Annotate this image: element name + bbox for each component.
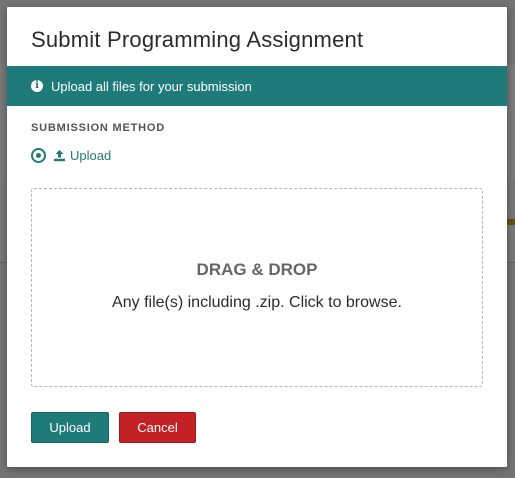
info-banner: i Upload all files for your submission — [7, 66, 507, 106]
submission-method-label: SUBMISSION METHOD — [31, 122, 165, 134]
info-banner-text: Upload all files for your submission — [51, 78, 252, 94]
submit-assignment-modal: Submit Programming Assignment i Upload a… — [7, 7, 507, 467]
dropzone-subtitle: Any file(s) including .zip. Click to bro… — [112, 294, 402, 311]
file-dropzone[interactable]: DRAG & DROP Any file(s) including .zip. … — [31, 188, 483, 387]
radio-selected-icon[interactable] — [31, 148, 46, 163]
upload-method-option[interactable]: Upload — [31, 148, 111, 163]
upload-button[interactable]: Upload — [31, 412, 109, 443]
upload-method-label: Upload — [70, 148, 112, 163]
modal-title: Submit Programming Assignment — [31, 27, 364, 52]
dropzone-title: DRAG & DROP — [196, 260, 318, 279]
info-icon: i — [31, 80, 43, 92]
upload-icon — [53, 149, 66, 162]
cancel-button[interactable]: Cancel — [119, 412, 196, 443]
